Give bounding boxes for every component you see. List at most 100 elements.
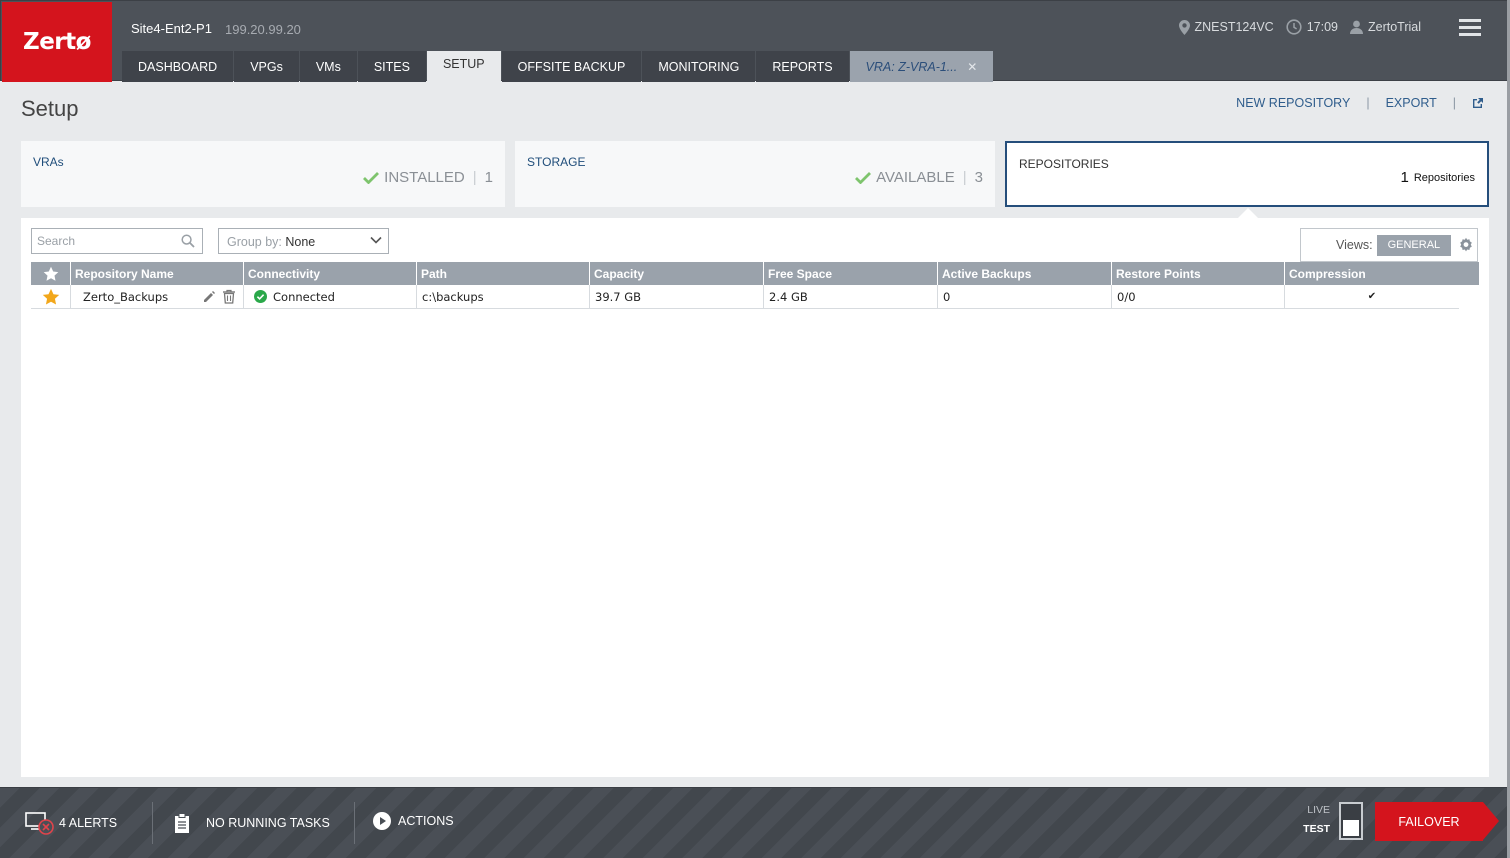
page-title: Setup: [21, 96, 79, 121]
tab-reports[interactable]: REPORTS: [756, 51, 849, 82]
tab-vra-label: VRA: Z-VRA-1...: [865, 59, 958, 74]
tab-sites[interactable]: SITES: [357, 51, 426, 82]
vcenter-indicator: ZNEST124VC: [1178, 19, 1274, 35]
tab-monitoring[interactable]: MONITORING: [642, 51, 756, 82]
repositories-table: Repository Name Connectivity Path Capaci…: [31, 262, 1479, 309]
toggle-knob: [1343, 820, 1359, 836]
selected-card-pointer: [1238, 208, 1258, 218]
current-time: 17:09: [1306, 20, 1338, 34]
alert-monitor-icon: [25, 812, 54, 835]
close-icon[interactable]: ✕: [967, 60, 977, 74]
col-active-backups[interactable]: Active Backups: [938, 262, 1112, 285]
active-backups-cell: 0: [938, 285, 1112, 308]
user-icon: [1349, 20, 1363, 34]
actions-button[interactable]: ACTIONS: [373, 786, 454, 856]
check-icon: [855, 172, 872, 184]
export-link[interactable]: EXPORT: [1386, 96, 1437, 110]
views-label: Views:: [1336, 238, 1373, 252]
edit-pencil-icon[interactable]: [202, 290, 216, 304]
vras-card-title: VRAs: [33, 155, 64, 169]
zerto-logo[interactable]: Zertø: [2, 2, 112, 82]
vras-status-text: INSTALLED: [384, 169, 465, 186]
tab-offsite-backup[interactable]: OFFSITE BACKUP: [501, 51, 642, 82]
search-input[interactable]: [32, 229, 172, 253]
vcenter-name: ZNEST124VC: [1194, 20, 1274, 34]
repositories-card-status: 1 Repositories: [1401, 169, 1475, 186]
hamburger-menu-icon[interactable]: [1459, 18, 1481, 36]
repositories-count: 1: [1400, 169, 1409, 186]
tasks-button[interactable]: NO RUNNING TASKS: [174, 788, 330, 858]
live-label: LIVE: [1307, 804, 1330, 816]
user-indicator[interactable]: ZertoTrial: [1349, 20, 1421, 34]
live-test-labels: LIVE TEST: [1300, 804, 1330, 835]
storage-card-status: AVAILABLE | 3: [855, 169, 983, 186]
storage-card[interactable]: STORAGE AVAILABLE | 3: [515, 141, 995, 207]
col-free-space[interactable]: Free Space: [764, 262, 938, 285]
stat-divider: |: [472, 169, 477, 186]
footer-divider: [152, 802, 153, 844]
col-repository-name[interactable]: Repository Name: [71, 262, 244, 285]
success-check-circle-icon: [254, 290, 267, 303]
site-ip: 199.20.99.20: [225, 22, 301, 37]
col-restore-points[interactable]: Restore Points: [1112, 262, 1285, 285]
vras-card-status: INSTALLED | 1: [363, 169, 493, 186]
popout-icon[interactable]: [1472, 97, 1484, 109]
trash-icon[interactable]: [222, 289, 236, 304]
tab-dashboard[interactable]: DASHBOARD: [122, 51, 234, 82]
tab-vra-detail[interactable]: VRA: Z-VRA-1... ✕: [849, 51, 994, 82]
status-footer: 4 ALERTS NO RUNNING TASKS ACTIONS LIVE T…: [0, 787, 1510, 858]
actions-label: ACTIONS: [398, 814, 454, 828]
group-by-value: None: [285, 235, 316, 249]
repositories-unit: Repositories: [1413, 171, 1475, 184]
col-path[interactable]: Path: [417, 262, 590, 285]
free-space-cell: 2.4 GB: [764, 285, 938, 308]
footer-divider: [354, 802, 355, 844]
failover-button[interactable]: FAILOVER: [1375, 802, 1483, 841]
col-capacity[interactable]: Capacity: [590, 262, 764, 285]
col-compression[interactable]: Compression: [1285, 262, 1479, 285]
restore-points-cell: 0/0: [1112, 285, 1285, 308]
vras-count: 1: [484, 169, 493, 186]
views-general-button[interactable]: GENERAL: [1376, 234, 1452, 256]
tasks-status: NO RUNNING TASKS: [206, 816, 330, 830]
gear-icon[interactable]: [1458, 237, 1474, 253]
col-connectivity[interactable]: Connectivity: [244, 262, 417, 285]
tab-vms[interactable]: VMs: [299, 51, 357, 82]
site-name: Site4-Ent2-P1: [131, 21, 212, 36]
group-by-select[interactable]: Group by: None: [218, 228, 389, 254]
alerts-button[interactable]: 4 ALERTS: [25, 788, 117, 858]
live-test-toggle[interactable]: [1339, 802, 1363, 840]
vras-card[interactable]: VRAs INSTALLED | 1: [21, 141, 505, 207]
group-by-label: Group by:: [227, 235, 282, 249]
storage-card-title: STORAGE: [527, 155, 586, 169]
repository-name: Zerto_Backups: [83, 289, 169, 304]
main-tabs: DASHBOARD VPGs VMs SITES SETUP OFFSITE B…: [122, 51, 994, 83]
search-icon[interactable]: [181, 234, 195, 248]
action-separator: |: [1366, 96, 1370, 110]
connectivity-cell: Connected: [244, 285, 417, 308]
repositories-card-title: REPOSITORIES: [1019, 157, 1109, 171]
connectivity-status: Connected: [273, 289, 335, 304]
user-name: ZertoTrial: [1367, 20, 1421, 34]
location-pin-icon: [1178, 19, 1190, 35]
star-icon[interactable]: [42, 288, 60, 306]
storage-count: 3: [974, 169, 983, 186]
clipboard-icon: [175, 813, 189, 833]
path-cell: c:\backups: [417, 285, 590, 308]
tab-setup[interactable]: SETUP: [426, 51, 501, 83]
repositories-card[interactable]: REPOSITORIES 1 Repositories: [1005, 141, 1489, 207]
favorite-cell[interactable]: [31, 285, 71, 308]
new-repository-link[interactable]: NEW REPOSITORY: [1236, 96, 1350, 110]
action-separator: |: [1452, 96, 1456, 110]
table-row[interactable]: Zerto_Backups Connected c:\backups 39.7 …: [31, 285, 1459, 309]
favorite-column-header[interactable]: [31, 262, 71, 285]
clock-icon: [1286, 19, 1302, 35]
app-header: Zertø Site4-Ent2-P1 199.20.99.20 DASHBOA…: [0, 0, 1510, 83]
header-status: ZNEST124VC 17:09 ZertoTrial: [1178, 18, 1510, 36]
chevron-down-icon: [370, 236, 382, 244]
check-icon: [363, 172, 380, 184]
time-indicator: 17:09: [1286, 19, 1338, 35]
tab-vpgs[interactable]: VPGs: [234, 51, 299, 82]
search-box: [31, 228, 203, 254]
page-actions: NEW REPOSITORY | EXPORT |: [1236, 96, 1484, 110]
